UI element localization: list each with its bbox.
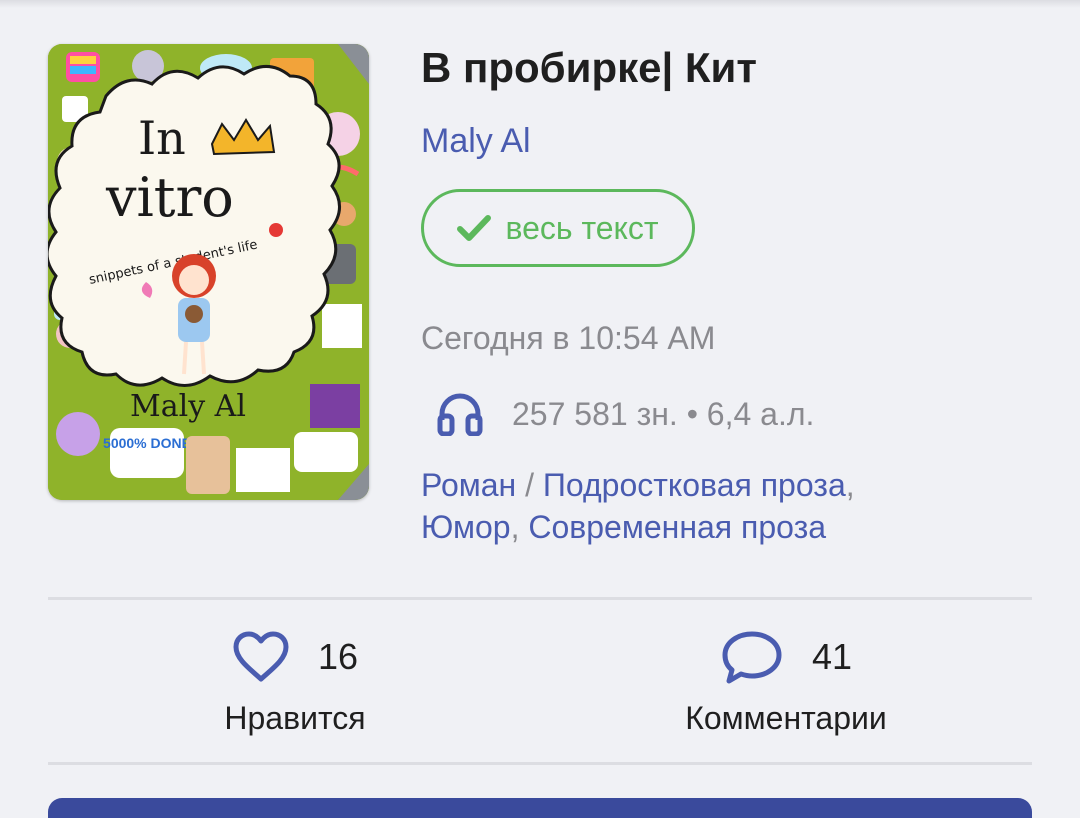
comment-icon bbox=[722, 631, 782, 684]
comment-label: Комментарии bbox=[685, 700, 887, 736]
like-label: Нравится bbox=[224, 700, 366, 736]
status-badge-label: весь текст bbox=[505, 209, 659, 246]
comments-button[interactable]: 41 Комментарии bbox=[666, 628, 906, 737]
publish-date: Сегодня в 10:54 AM bbox=[421, 320, 716, 356]
genre-separator: / bbox=[525, 467, 534, 503]
like-count: 16 bbox=[317, 636, 359, 677]
headphones-icon[interactable] bbox=[436, 392, 484, 436]
genre-link-teen[interactable]: Подростковая проза bbox=[543, 467, 846, 503]
checkmark-icon bbox=[457, 215, 492, 241]
read-button[interactable] bbox=[48, 798, 1032, 818]
cover-title-line2: vitro bbox=[105, 166, 234, 229]
genre-link-humor[interactable]: Юмор bbox=[421, 509, 511, 545]
heart-icon bbox=[233, 631, 289, 682]
book-cover[interactable]: 5000% DONE In vitro snippets of a studen… bbox=[48, 44, 369, 500]
book-size: 257 581 зн. • 6,4 а.л. bbox=[512, 395, 815, 432]
book-title: В пробирке| Кит bbox=[421, 44, 757, 91]
status-badge: весь текст bbox=[421, 189, 695, 267]
cover-title-line1: In bbox=[138, 111, 186, 165]
genre-link-modern[interactable]: Современная проза bbox=[528, 509, 826, 545]
author-link[interactable]: Maly Al bbox=[421, 122, 531, 161]
comment-count: 41 bbox=[811, 636, 853, 677]
genre-link-main[interactable]: Роман bbox=[421, 467, 516, 503]
cover-sticker-done: 5000% DONE bbox=[103, 435, 191, 451]
cover-illustration: 5000% DONE In vitro snippets of a studen… bbox=[48, 44, 369, 500]
book-stats: 257 581 зн. • 6,4 а.л. bbox=[436, 392, 814, 436]
like-button[interactable]: 16 Нравится bbox=[212, 628, 378, 737]
genre-list: Роман / Подростковая проза, Юмор, Соврем… bbox=[421, 467, 855, 545]
divider-bottom bbox=[48, 762, 1032, 765]
cover-author: Maly Al bbox=[130, 389, 246, 424]
book-card: 5000% DONE In vitro snippets of a studen… bbox=[0, 0, 1080, 818]
divider-top bbox=[48, 597, 1032, 600]
